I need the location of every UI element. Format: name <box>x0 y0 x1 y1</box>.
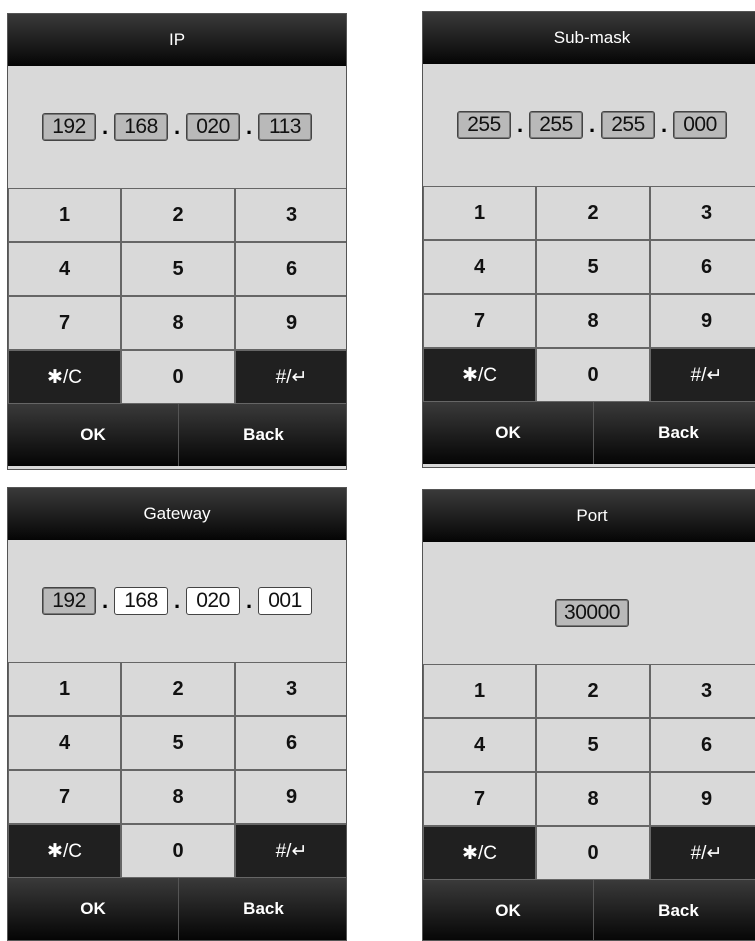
submask-octet-2[interactable]: 255 <box>529 111 583 139</box>
gateway-keypad: 1 2 3 4 5 6 7 8 9 ✱/C 0 #/↵ <box>8 662 346 878</box>
ok-button[interactable]: OK <box>8 878 178 940</box>
key-6[interactable]: 6 <box>235 242 346 296</box>
ok-button[interactable]: OK <box>8 404 178 466</box>
gateway-bottom-bar: OK Back <box>8 878 346 940</box>
key-hash-enter[interactable]: #/↵ <box>235 350 346 404</box>
key-9[interactable]: 9 <box>235 770 346 824</box>
key-5[interactable]: 5 <box>121 242 235 296</box>
key-7[interactable]: 7 <box>8 296 121 350</box>
key-9[interactable]: 9 <box>235 296 346 350</box>
key-8[interactable]: 8 <box>536 294 650 348</box>
gateway-octet-2[interactable]: 168 <box>114 587 168 615</box>
gateway-separator: . <box>101 588 109 613</box>
key-1[interactable]: 1 <box>8 662 121 716</box>
port-bottom-bar: OK Back <box>423 880 755 940</box>
key-3[interactable]: 3 <box>235 662 346 716</box>
ip-keypad: 1 2 3 4 5 6 7 8 9 ✱/C 0 #/↵ <box>8 188 346 404</box>
key-3[interactable]: 3 <box>235 188 346 242</box>
ip-title: IP <box>8 14 346 66</box>
port-title: Port <box>423 490 755 542</box>
key-hash-enter[interactable]: #/↵ <box>650 826 755 880</box>
key-5[interactable]: 5 <box>536 718 650 772</box>
ip-octet-2[interactable]: 168 <box>114 113 168 141</box>
ip-octet-3[interactable]: 020 <box>186 113 240 141</box>
key-star-clear[interactable]: ✱/C <box>423 348 536 402</box>
key-2[interactable]: 2 <box>121 662 235 716</box>
key-hash-enter[interactable]: #/↵ <box>650 348 755 402</box>
ip-bottom-bar: OK Back <box>8 404 346 466</box>
submask-octet-3[interactable]: 255 <box>601 111 655 139</box>
key-8[interactable]: 8 <box>121 770 235 824</box>
submask-panel: Sub-mask 255 . 255 . 255 . 000 1 2 3 4 5… <box>422 11 755 468</box>
key-star-clear[interactable]: ✱/C <box>8 350 121 404</box>
ip-panel: IP 192 . 168 . 020 . 113 1 2 3 4 5 6 7 8… <box>7 13 347 470</box>
back-button[interactable]: Back <box>593 880 755 940</box>
key-0[interactable]: 0 <box>121 824 235 878</box>
key-0[interactable]: 0 <box>536 826 650 880</box>
submask-separator: . <box>516 112 524 137</box>
key-9[interactable]: 9 <box>650 772 755 826</box>
ip-octet-4[interactable]: 113 <box>258 113 312 141</box>
submask-separator: . <box>660 112 668 137</box>
key-8[interactable]: 8 <box>536 772 650 826</box>
key-2[interactable]: 2 <box>536 664 650 718</box>
key-8[interactable]: 8 <box>121 296 235 350</box>
gateway-octet-4[interactable]: 001 <box>258 587 312 615</box>
key-4[interactable]: 4 <box>423 240 536 294</box>
back-button[interactable]: Back <box>178 404 346 466</box>
submask-title: Sub-mask <box>423 12 755 64</box>
key-5[interactable]: 5 <box>536 240 650 294</box>
submask-octet-1[interactable]: 255 <box>457 111 511 139</box>
key-4[interactable]: 4 <box>8 242 121 296</box>
key-7[interactable]: 7 <box>423 294 536 348</box>
ok-button[interactable]: OK <box>423 402 593 464</box>
port-value[interactable]: 30000 <box>555 599 629 627</box>
port-panel: Port 30000 1 2 3 4 5 6 7 8 9 ✱/C 0 #/↵ O… <box>422 489 755 941</box>
key-7[interactable]: 7 <box>423 772 536 826</box>
key-2[interactable]: 2 <box>121 188 235 242</box>
gateway-octet-3[interactable]: 020 <box>186 587 240 615</box>
gateway-fields: 192 . 168 . 020 . 001 <box>8 540 346 662</box>
key-4[interactable]: 4 <box>423 718 536 772</box>
gateway-title: Gateway <box>8 488 346 540</box>
key-5[interactable]: 5 <box>121 716 235 770</box>
back-button[interactable]: Back <box>593 402 755 464</box>
key-7[interactable]: 7 <box>8 770 121 824</box>
submask-fields: 255 . 255 . 255 . 000 <box>423 64 755 186</box>
gateway-separator: . <box>245 588 253 613</box>
ip-separator: . <box>245 114 253 139</box>
ok-button[interactable]: OK <box>423 880 593 940</box>
key-0[interactable]: 0 <box>536 348 650 402</box>
gateway-octet-1[interactable]: 192 <box>42 587 96 615</box>
key-1[interactable]: 1 <box>423 186 536 240</box>
submask-separator: . <box>588 112 596 137</box>
port-keypad: 1 2 3 4 5 6 7 8 9 ✱/C 0 #/↵ <box>423 664 755 880</box>
key-3[interactable]: 3 <box>650 186 755 240</box>
key-9[interactable]: 9 <box>650 294 755 348</box>
gateway-panel: Gateway 192 . 168 . 020 . 001 1 2 3 4 5 … <box>7 487 347 941</box>
key-1[interactable]: 1 <box>423 664 536 718</box>
key-1[interactable]: 1 <box>8 188 121 242</box>
key-hash-enter[interactable]: #/↵ <box>235 824 346 878</box>
key-6[interactable]: 6 <box>235 716 346 770</box>
key-4[interactable]: 4 <box>8 716 121 770</box>
ip-separator: . <box>101 114 109 139</box>
key-6[interactable]: 6 <box>650 718 755 772</box>
gateway-separator: . <box>173 588 181 613</box>
ip-separator: . <box>173 114 181 139</box>
submask-bottom-bar: OK Back <box>423 402 755 464</box>
key-0[interactable]: 0 <box>121 350 235 404</box>
port-fields: 30000 <box>423 542 755 664</box>
key-6[interactable]: 6 <box>650 240 755 294</box>
key-3[interactable]: 3 <box>650 664 755 718</box>
submask-octet-4[interactable]: 000 <box>673 111 727 139</box>
ip-octet-1[interactable]: 192 <box>42 113 96 141</box>
key-star-clear[interactable]: ✱/C <box>423 826 536 880</box>
key-star-clear[interactable]: ✱/C <box>8 824 121 878</box>
key-2[interactable]: 2 <box>536 186 650 240</box>
ip-fields: 192 . 168 . 020 . 113 <box>8 66 346 188</box>
back-button[interactable]: Back <box>178 878 346 940</box>
submask-keypad: 1 2 3 4 5 6 7 8 9 ✱/C 0 #/↵ <box>423 186 755 402</box>
